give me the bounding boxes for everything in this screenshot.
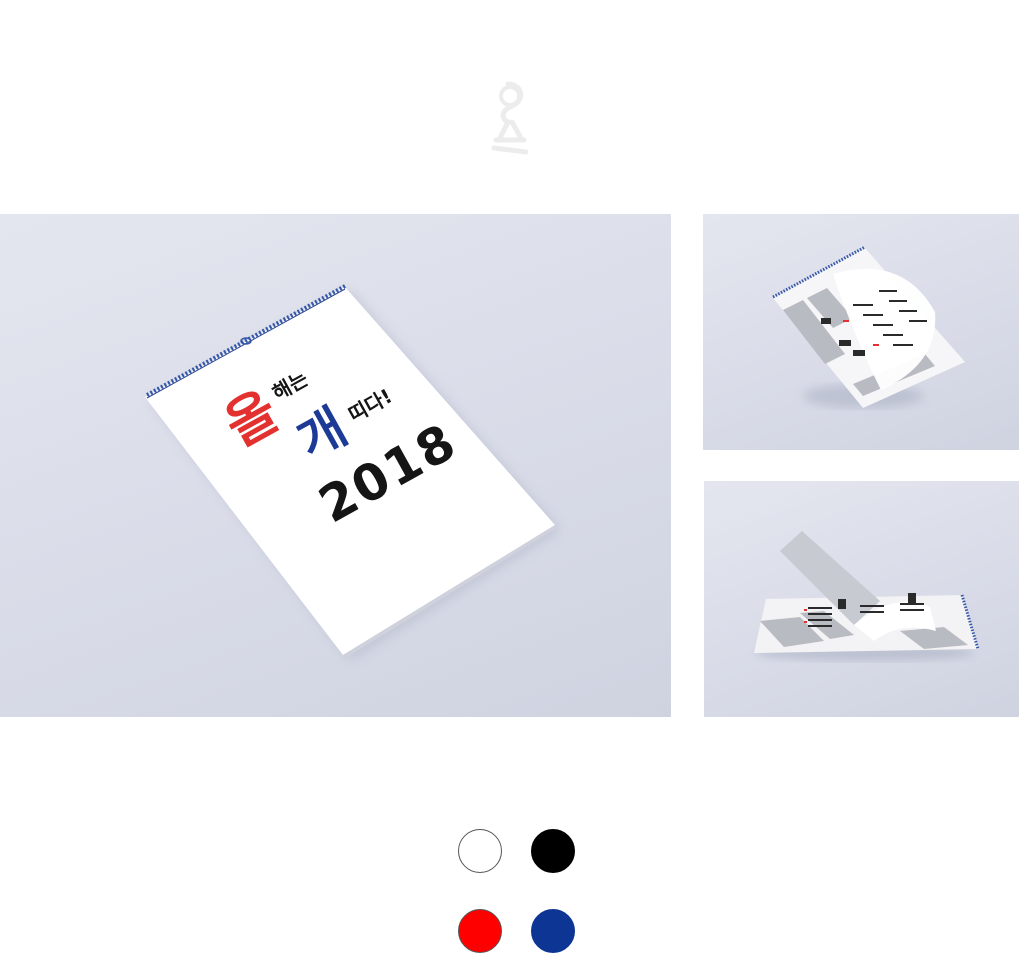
main-calendar-mockup[interactable]: 올 해는 개 띠다! 2018 [0, 214, 671, 717]
calendar-flip-image [772, 245, 965, 408]
swatch-red[interactable] [458, 909, 502, 953]
swatch-blue[interactable] [531, 909, 575, 953]
brand-logo-icon [491, 81, 529, 155]
swatch-white[interactable] [458, 829, 502, 873]
calendar-flip-mockup[interactable] [703, 214, 1019, 450]
calendar-flat-mockup[interactable] [704, 481, 1019, 717]
product-page: 올 해는 개 띠다! 2018 [0, 0, 1019, 979]
calendar-cover-image: 올 해는 개 띠다! 2018 [145, 284, 560, 660]
calendar-flat-image [754, 531, 980, 661]
swatch-black[interactable] [531, 829, 575, 873]
